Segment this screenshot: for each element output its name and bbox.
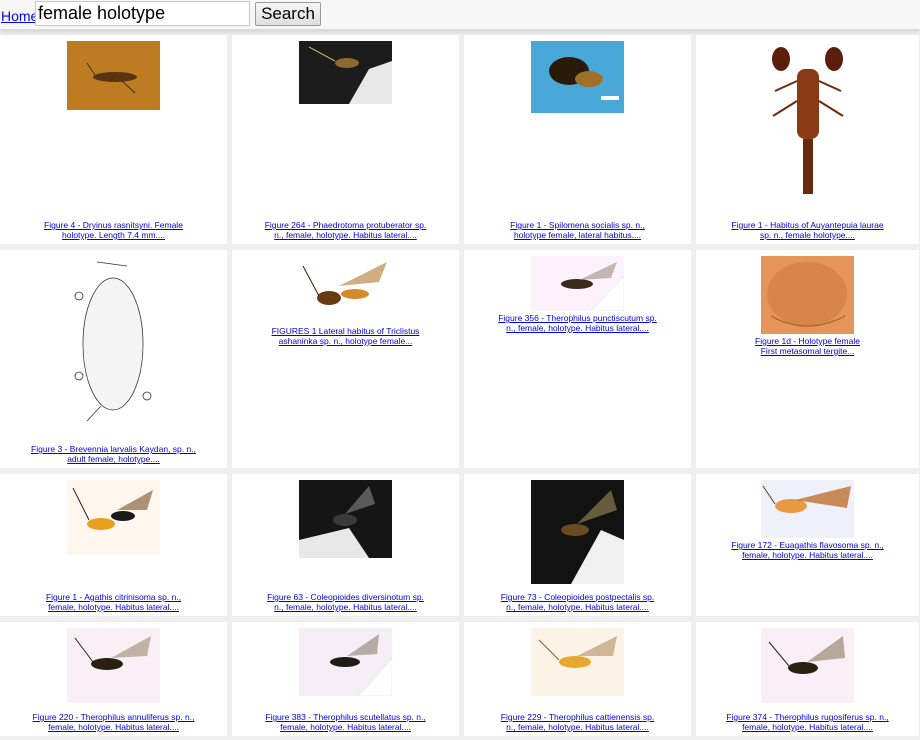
result-card[interactable]: Figure 73 - Coleopioides postpectalis sp… [464, 474, 691, 616]
result-caption[interactable]: Figure 1 - Agathis citrinisoma sp. n., f… [30, 592, 198, 612]
result-caption[interactable]: Figure 3 - Brevennia larvalis Kaydan, sp… [30, 444, 198, 464]
results-grid: Figure 4 - Dryinus rasnitsyni. Female ho… [0, 35, 920, 740]
result-card[interactable]: Figure 383 - Therophilus scutellatus sp.… [232, 622, 459, 736]
result-caption[interactable]: Figure 220 - Therophilus annuliferus sp.… [30, 712, 198, 732]
result-card[interactable]: Figure 374 - Therophilus rugosiferus sp.… [696, 622, 919, 736]
result-caption[interactable]: Figure 1 - Habitus of Auyantepuia laurae… [724, 220, 892, 240]
result-card[interactable]: Figure 3 - Brevennia larvalis Kaydan, sp… [0, 250, 227, 468]
result-card[interactable]: Figure 172 - Euagathis flavosoma sp. n.,… [696, 474, 919, 616]
result-thumbnail[interactable] [761, 256, 854, 334]
result-caption[interactable]: Figure 383 - Therophilus scutellatus sp.… [262, 712, 430, 732]
result-caption[interactable]: Figure 63 - Coleopioides diversinotum sp… [262, 592, 430, 612]
result-caption[interactable]: Figure 229 - Therophilus cattienensis sp… [494, 712, 662, 732]
result-card[interactable]: Figure 1d - Holotype female First metaso… [696, 250, 919, 468]
result-card[interactable]: Figure 356 - Therophilus punctiscutum sp… [464, 250, 691, 468]
result-thumbnail[interactable] [531, 480, 624, 584]
result-thumbnail[interactable] [299, 628, 392, 696]
result-card[interactable]: Figure 1 - Agathis citrinisoma sp. n., f… [0, 474, 227, 616]
result-thumbnail[interactable] [67, 41, 160, 110]
result-card[interactable]: Figure 229 - Therophilus cattienensis sp… [464, 622, 691, 736]
result-caption[interactable]: FIGURES 1 Lateral habitus of Triclistus … [262, 326, 430, 346]
result-thumbnail[interactable] [299, 41, 392, 104]
result-card[interactable]: Figure 1 - Habitus of Auyantepuia laurae… [696, 35, 919, 244]
result-thumbnail[interactable] [531, 256, 624, 311]
result-thumbnail[interactable] [67, 480, 160, 555]
result-thumbnail[interactable] [67, 256, 160, 426]
result-thumbnail[interactable] [67, 628, 160, 703]
result-caption[interactable]: Figure 4 - Dryinus rasnitsyni. Female ho… [30, 220, 198, 240]
result-card[interactable]: Figure 220 - Therophilus annuliferus sp.… [0, 622, 227, 736]
result-card[interactable]: FIGURES 1 Lateral habitus of Triclistus … [232, 250, 459, 468]
result-caption[interactable]: Figure 374 - Therophilus rugosiferus sp.… [724, 712, 892, 732]
result-card[interactable]: Figure 4 - Dryinus rasnitsyni. Female ho… [0, 35, 227, 244]
result-caption[interactable]: Figure 1 - Spilomena socialis sp. n., ho… [494, 220, 662, 240]
result-caption[interactable]: Figure 172 - Euagathis flavosoma sp. n.,… [724, 540, 892, 560]
search-bar: Home Search [0, 0, 920, 30]
result-card[interactable]: Figure 1 - Spilomena socialis sp. n., ho… [464, 35, 691, 244]
result-thumbnail[interactable] [299, 256, 392, 324]
result-thumbnail[interactable] [531, 628, 624, 696]
result-thumbnail[interactable] [761, 628, 854, 703]
result-thumbnail[interactable] [761, 41, 854, 211]
result-card[interactable]: Figure 264 - Phaedrotoma protuberator sp… [232, 35, 459, 244]
search-input[interactable] [35, 1, 250, 26]
result-caption[interactable]: Figure 73 - Coleopioides postpectalis sp… [494, 592, 662, 612]
result-thumbnail[interactable] [761, 480, 854, 538]
home-link[interactable]: Home [1, 8, 38, 24]
result-thumbnail[interactable] [299, 480, 392, 558]
result-caption[interactable]: Figure 264 - Phaedrotoma protuberator sp… [262, 220, 430, 240]
result-caption[interactable]: Figure 356 - Therophilus punctiscutum sp… [494, 313, 662, 333]
result-card[interactable]: Figure 63 - Coleopioides diversinotum sp… [232, 474, 459, 616]
search-button[interactable]: Search [255, 2, 321, 26]
result-caption[interactable]: Figure 1d - Holotype female First metaso… [724, 336, 892, 356]
result-thumbnail[interactable] [531, 41, 624, 113]
